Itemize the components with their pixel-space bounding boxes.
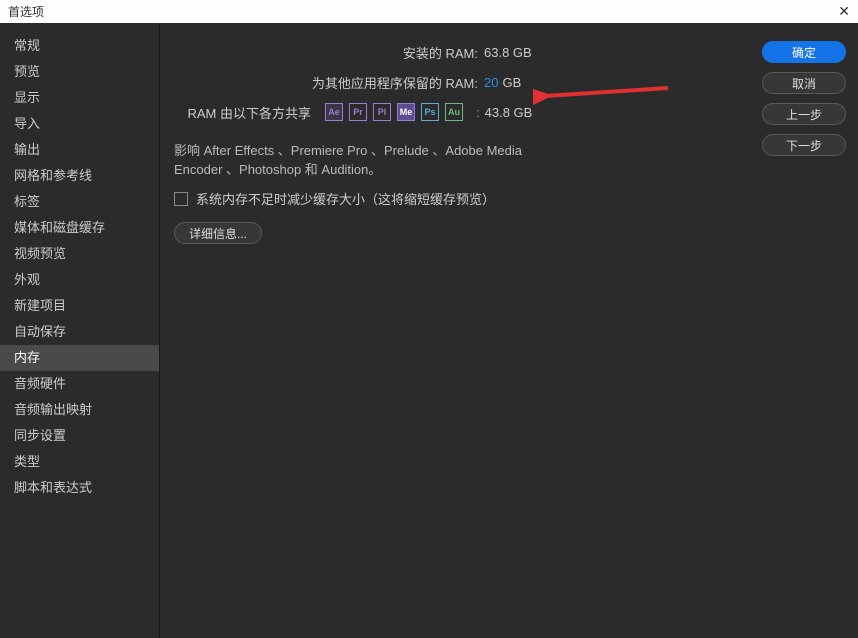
sidebar-item[interactable]: 视频预览 bbox=[0, 241, 159, 267]
ae-app-icon[interactable]: Ae bbox=[325, 103, 343, 121]
au-app-icon[interactable]: Au bbox=[445, 103, 463, 121]
reduce-cache-label: 系统内存不足时减少缓存大小（这将缩短缓存预览） bbox=[196, 189, 495, 208]
reserved-ram-label: 为其他应用程序保留的 RAM: bbox=[174, 73, 484, 92]
dialog-buttons: 确定 取消 上一步 下一步 bbox=[762, 41, 846, 156]
next-button[interactable]: 下一步 bbox=[762, 134, 846, 156]
shared-ram-row: RAM 由以下各方共享 Ae Pr Pl Me Ps Au : 43.8 GB bbox=[174, 101, 846, 123]
pr-app-icon[interactable]: Pr bbox=[349, 103, 367, 121]
installed-ram-row: 安装的 RAM: 63.8 GB bbox=[174, 41, 846, 63]
app-icons-group: Ae Pr Pl Me Ps Au bbox=[325, 103, 463, 121]
shared-ram-label: RAM 由以下各方共享 bbox=[174, 103, 317, 122]
pl-app-icon[interactable]: Pl bbox=[373, 103, 391, 121]
sidebar-item[interactable]: 音频输出映射 bbox=[0, 397, 159, 423]
close-icon[interactable]: ✕ bbox=[834, 3, 854, 20]
sidebar-item[interactable]: 脚本和表达式 bbox=[0, 475, 159, 501]
sidebar-item[interactable]: 输出 bbox=[0, 137, 159, 163]
sidebar-item[interactable]: 内存 bbox=[0, 345, 159, 371]
sidebar-item[interactable]: 常规 bbox=[0, 33, 159, 59]
ok-button[interactable]: 确定 bbox=[762, 41, 846, 63]
installed-ram-value: 63.8 GB bbox=[484, 45, 532, 60]
shared-ram-value: 43.8 GB bbox=[485, 105, 533, 120]
window-title: 首选项 bbox=[8, 3, 44, 20]
sidebar-item[interactable]: 标签 bbox=[0, 189, 159, 215]
sidebar-item[interactable]: 类型 bbox=[0, 449, 159, 475]
reserved-ram-row: 为其他应用程序保留的 RAM: 20 GB bbox=[174, 71, 846, 93]
content-area: 确定 取消 上一步 下一步 安装的 RAM: 63.8 GB 为其他应用程序保留… bbox=[160, 23, 858, 638]
titlebar: 首选项 ✕ bbox=[0, 0, 858, 23]
affects-description: 影响 After Effects 、Premiere Pro 、Prelude … bbox=[174, 141, 554, 179]
sidebar-item[interactable]: 媒体和磁盘缓存 bbox=[0, 215, 159, 241]
sidebar-item[interactable]: 自动保存 bbox=[0, 319, 159, 345]
sidebar-item[interactable]: 显示 bbox=[0, 85, 159, 111]
installed-ram-label: 安装的 RAM: bbox=[174, 43, 484, 62]
sidebar: 常规预览显示导入输出网格和参考线标签媒体和磁盘缓存视频预览外观新建项目自动保存内… bbox=[0, 23, 160, 638]
cancel-button[interactable]: 取消 bbox=[762, 72, 846, 94]
sidebar-item[interactable]: 外观 bbox=[0, 267, 159, 293]
main-panel: 常规预览显示导入输出网格和参考线标签媒体和磁盘缓存视频预览外观新建项目自动保存内… bbox=[0, 23, 858, 638]
ps-app-icon[interactable]: Ps bbox=[421, 103, 439, 121]
details-button[interactable]: 详细信息... bbox=[174, 222, 262, 244]
reduce-cache-row: 系统内存不足时减少缓存大小（这将缩短缓存预览） bbox=[174, 189, 846, 208]
sidebar-item[interactable]: 导入 bbox=[0, 111, 159, 137]
sidebar-item[interactable]: 新建项目 bbox=[0, 293, 159, 319]
reserved-ram-input[interactable]: 20 bbox=[484, 75, 498, 90]
previous-button[interactable]: 上一步 bbox=[762, 103, 846, 125]
sidebar-item[interactable]: 预览 bbox=[0, 59, 159, 85]
sidebar-item[interactable]: 同步设置 bbox=[0, 423, 159, 449]
sidebar-item[interactable]: 音频硬件 bbox=[0, 371, 159, 397]
colon: : bbox=[476, 105, 480, 120]
reduce-cache-checkbox[interactable] bbox=[174, 192, 188, 206]
sidebar-item[interactable]: 网格和参考线 bbox=[0, 163, 159, 189]
me-app-icon[interactable]: Me bbox=[397, 103, 415, 121]
reserved-ram-unit: GB bbox=[502, 75, 521, 90]
